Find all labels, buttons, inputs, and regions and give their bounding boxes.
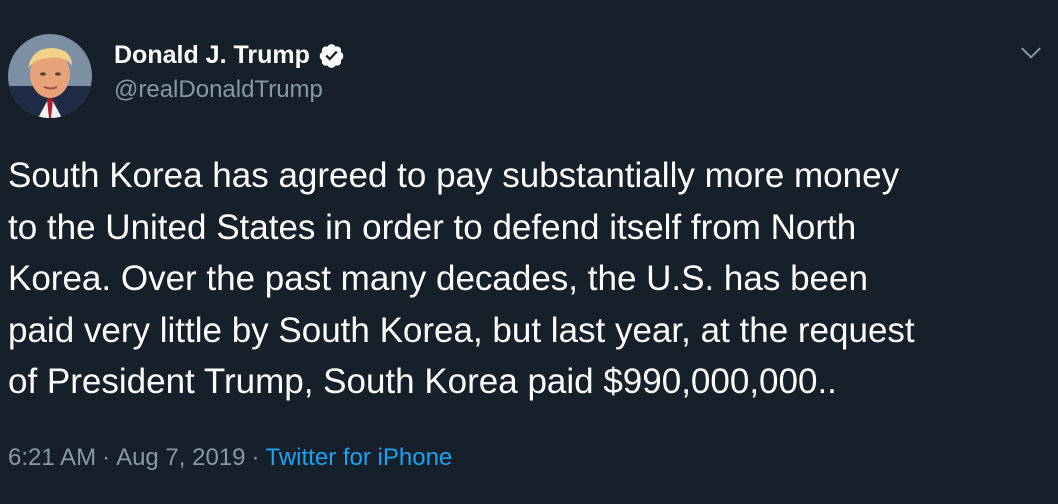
author-name-row: Donald J. Trump (114, 38, 345, 72)
tweet-date[interactable]: Aug 7, 2019 (116, 444, 245, 471)
tweet-metadata: 6:21 AM · Aug 7, 2019 · Twitter for iPhone (8, 444, 452, 472)
tweet-text-line: of President Trump, South Korea paid $99… (8, 362, 837, 401)
tweet-text-line: paid very little by South Korea, but las… (8, 310, 915, 350)
tweet-menu-button[interactable] (1018, 40, 1044, 66)
meta-separator: · (102, 444, 111, 471)
tweet-text: South Korea has agreed to pay substantia… (8, 150, 1048, 408)
author-handle[interactable]: @realDonaldTrump (114, 76, 345, 104)
meta-separator: · (251, 444, 260, 471)
tweet-text-line: South Korea has agreed to pay substantia… (8, 156, 900, 195)
avatar-image (8, 34, 92, 118)
tweet-text-line: Korea. Over the past many decades, the U… (8, 259, 868, 298)
tweet-time[interactable]: 6:21 AM (8, 444, 96, 471)
tweet-source-link[interactable]: Twitter for iPhone (266, 444, 453, 471)
chevron-down-icon (1021, 47, 1041, 59)
tweet-text-line: to the United States in order to defend … (8, 207, 857, 247)
tweet-card: Donald J. Trump @realDonaldTrump South K… (0, 0, 1058, 504)
verified-badge-icon (318, 42, 345, 69)
author-display-name[interactable]: Donald J. Trump (114, 41, 310, 70)
author-info: Donald J. Trump @realDonaldTrump (114, 38, 345, 104)
profile-avatar[interactable] (8, 34, 92, 118)
